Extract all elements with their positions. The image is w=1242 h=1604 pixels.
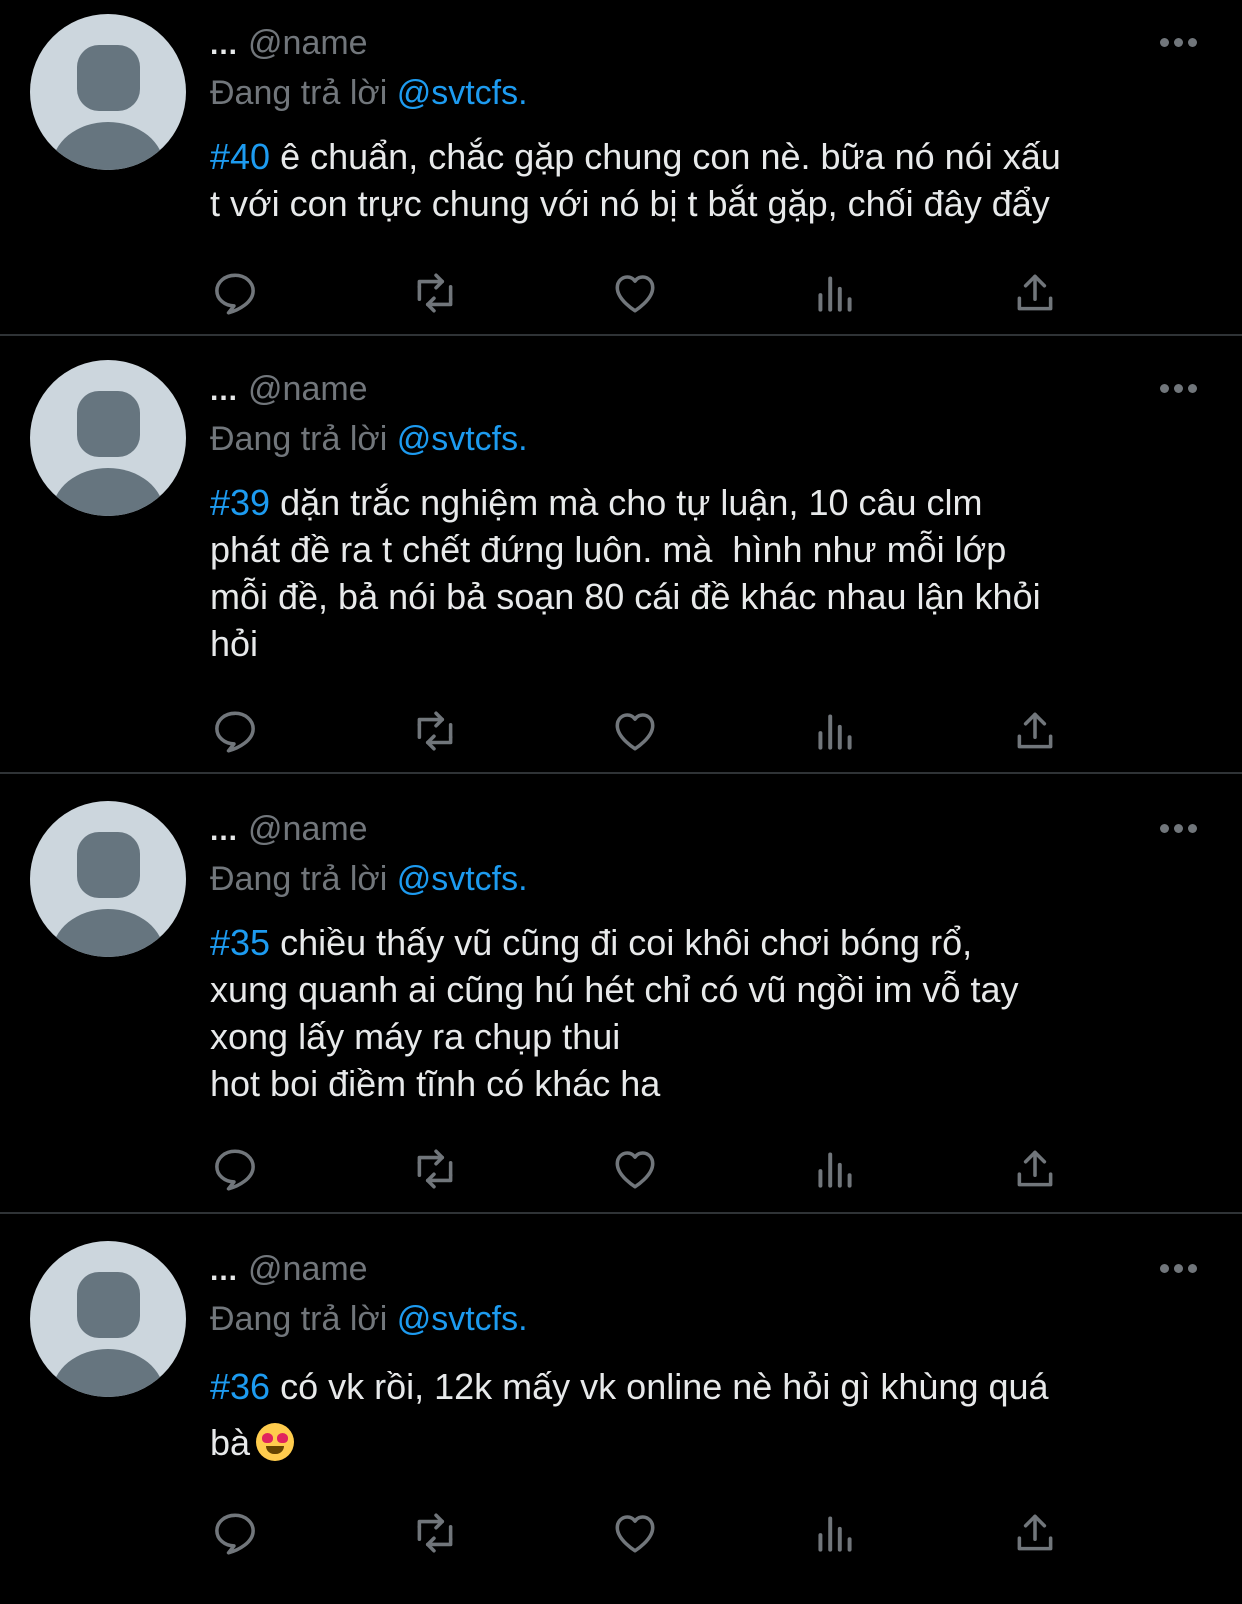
retweet-icon[interactable] <box>410 706 460 756</box>
avatar[interactable] <box>30 360 186 516</box>
like-icon[interactable] <box>610 1508 660 1558</box>
tweet-text: #39 dặn trắc nghiệm mà cho tự luận, 10 c… <box>210 479 1210 667</box>
action-bar <box>210 1508 1110 1558</box>
display-name[interactable]: ... <box>210 1254 238 1287</box>
replying-label: Đang trả lời <box>210 74 388 112</box>
hashtag[interactable]: #35 <box>210 922 270 963</box>
views-icon[interactable] <box>810 1508 860 1558</box>
share-icon[interactable] <box>1010 268 1060 318</box>
replying-label: Đang trả lời <box>210 860 388 898</box>
tweet-header: ... @name <box>210 24 368 63</box>
replying-mention[interactable]: @svtcfs. <box>397 860 528 898</box>
retweet-icon[interactable] <box>410 268 460 318</box>
replying-label: Đang trả lời <box>210 1300 388 1338</box>
handle[interactable]: @name <box>248 810 368 848</box>
avatar[interactable] <box>30 1241 186 1397</box>
replying-to: Đang trả lời @svtcfs. <box>210 74 528 113</box>
action-bar <box>210 706 1110 756</box>
views-icon[interactable] <box>810 706 860 756</box>
tweet-body: có vk rồi, 12k mấy vk online nè hỏi gì k… <box>210 1366 1049 1463</box>
replying-to: Đang trả lời @svtcfs. <box>210 860 528 899</box>
like-icon[interactable] <box>610 1144 660 1194</box>
replying-mention[interactable]: @svtcfs. <box>397 74 528 112</box>
tweet-text: #35 chiều thấy vũ cũng đi coi khôi chơi … <box>210 919 1210 1107</box>
handle[interactable]: @name <box>248 24 368 62</box>
display-name[interactable]: ... <box>210 28 238 61</box>
replying-mention[interactable]: @svtcfs. <box>397 420 528 458</box>
retweet-icon[interactable] <box>410 1508 460 1558</box>
tweet[interactable]: ... @name Đang trả lời @svtcfs. #36 có vk… <box>0 1214 1242 1604</box>
replying-to: Đang trả lời @svtcfs. <box>210 1300 528 1339</box>
avatar[interactable] <box>30 14 186 170</box>
like-icon[interactable] <box>610 268 660 318</box>
hashtag[interactable]: #36 <box>210 1366 270 1407</box>
action-bar <box>210 1144 1110 1194</box>
share-icon[interactable] <box>1010 706 1060 756</box>
reply-icon[interactable] <box>210 268 260 318</box>
tweet[interactable]: ... @name Đang trả lời @svtcfs. #40 ê chu… <box>0 0 1242 336</box>
tweet-header: ... @name <box>210 810 368 849</box>
hashtag[interactable]: #40 <box>210 136 270 177</box>
more-options-icon[interactable] <box>1160 382 1200 396</box>
tweet-header: ... @name <box>210 370 368 409</box>
more-options-icon[interactable] <box>1160 822 1200 836</box>
more-options-icon[interactable] <box>1160 36 1200 50</box>
like-icon[interactable] <box>610 706 660 756</box>
display-name[interactable]: ... <box>210 814 238 847</box>
handle[interactable]: @name <box>248 1250 368 1288</box>
tweet-header: ... @name <box>210 1250 368 1289</box>
tweet[interactable]: ... @name Đang trả lời @svtcfs. #39 dặn t… <box>0 336 1242 774</box>
reply-icon[interactable] <box>210 1144 260 1194</box>
display-name[interactable]: ... <box>210 374 238 407</box>
tweet-body: dặn trắc nghiệm mà cho tự luận, 10 câu c… <box>210 482 1041 664</box>
action-bar <box>210 268 1110 318</box>
handle[interactable]: @name <box>248 370 368 408</box>
more-options-icon[interactable] <box>1160 1262 1200 1276</box>
reply-icon[interactable] <box>210 706 260 756</box>
retweet-icon[interactable] <box>410 1144 460 1194</box>
reply-icon[interactable] <box>210 1508 260 1558</box>
tweet-text: #40 ê chuẩn, chắc gặp chung con nè. bữa … <box>210 133 1210 227</box>
tweet-body: chiều thấy vũ cũng đi coi khôi chơi bóng… <box>210 922 1019 1104</box>
views-icon[interactable] <box>810 1144 860 1194</box>
heart-eyes-emoji-icon <box>256 1423 295 1461</box>
replying-to: Đang trả lời @svtcfs. <box>210 420 528 459</box>
avatar[interactable] <box>30 801 186 957</box>
share-icon[interactable] <box>1010 1508 1060 1558</box>
tweet-text: #36 có vk rồi, 12k mấy vk online nè hỏi … <box>210 1359 1210 1471</box>
share-icon[interactable] <box>1010 1144 1060 1194</box>
tweet-body: ê chuẩn, chắc gặp chung con nè. bữa nó n… <box>210 136 1061 224</box>
replying-mention[interactable]: @svtcfs. <box>397 1300 528 1338</box>
tweet[interactable]: ... @name Đang trả lời @svtcfs. #35 chiều… <box>0 774 1242 1214</box>
replying-label: Đang trả lời <box>210 420 388 458</box>
hashtag[interactable]: #39 <box>210 482 270 523</box>
views-icon[interactable] <box>810 268 860 318</box>
